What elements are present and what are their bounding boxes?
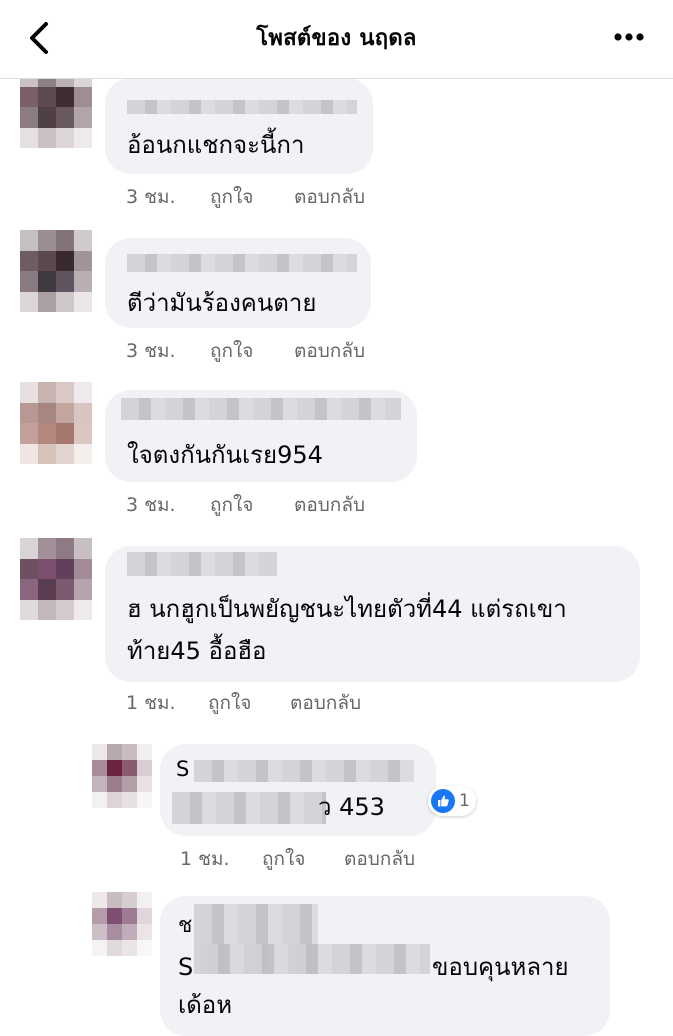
more-dots-icon (614, 33, 644, 41)
comment-meta: 3 ชม. ถูกใจ ตอบกลับ (126, 182, 426, 208)
reply-link[interactable]: ตอบกลับ (294, 490, 365, 520)
comment-bubble[interactable]: ฮ นกฮูกเป็นพยัญชนะไทยตัวที่44 แต่รถเขา ท… (105, 546, 640, 682)
reply-bubble[interactable]: ช S ขอบคุนหลาย เด้อห (160, 896, 610, 1036)
commenter-name[interactable] (127, 100, 357, 114)
reply-text-initial: S (178, 953, 194, 981)
reply-link[interactable]: ตอบกลับ (294, 336, 365, 366)
comment-text-line2: ท้าย45 อื้อฮือ (127, 637, 267, 665)
avatar[interactable] (20, 382, 92, 464)
like-link[interactable]: ถูกใจ (208, 688, 251, 718)
comment-time: 3 ชม. (126, 340, 176, 362)
page-title: โพสต์ของ นฤดล (256, 26, 417, 51)
comment-text: ใจตงกันกันเรย954 (127, 441, 323, 469)
replier-name-initial[interactable]: ช (178, 906, 192, 944)
like-link[interactable]: ถูกใจ (210, 336, 253, 366)
comment-text-line1: ฮ นกฮูกเป็นพยัญชนะไทยตัวที่44 แต่รถเขา (127, 595, 567, 623)
comment-bubble[interactable]: ใจตงกันกันเรย954 (105, 390, 417, 482)
blurred-reply-text (172, 792, 326, 824)
replier-name[interactable] (194, 760, 414, 782)
comment-bubble[interactable]: อ้อนกแชกจะนี้กา (105, 78, 373, 174)
reply-meta: 1 ชม. ถูกใจ ตอบกลับ (180, 844, 480, 870)
like-link[interactable]: ถูกใจ (210, 182, 253, 212)
like-reaction-icon (431, 789, 455, 813)
comment-meta: 3 ชม. ถูกใจ ตอบกลับ (126, 336, 426, 362)
comment-time: 3 ชม. (126, 494, 176, 516)
avatar[interactable] (20, 230, 92, 312)
reply-link[interactable]: ตอบกลับ (344, 844, 415, 874)
avatar[interactable] (20, 538, 92, 620)
comment-meta: 3 ชม. ถูกใจ ตอบกลับ (126, 490, 426, 516)
reply-text-line2: เด้อห (178, 991, 233, 1019)
blurred-reply-text (200, 944, 430, 974)
comment-bubble[interactable]: ตีว่ามันร้องคนตาย (105, 238, 371, 328)
commenter-name[interactable] (127, 552, 277, 576)
comment-text: ตีว่ามันร้องคนตาย (127, 289, 317, 317)
reaction-number: 1 (459, 791, 470, 811)
like-link[interactable]: ถูกใจ (210, 490, 253, 520)
commenter-name[interactable] (127, 254, 357, 272)
comment-time: 1 ชม. (126, 692, 176, 714)
reply-text: ว 453 (318, 793, 385, 821)
more-button[interactable] (608, 22, 652, 52)
comment-meta: 1 ชม. ถูกใจ ตอบกลับ (126, 688, 426, 714)
commenter-name[interactable] (121, 398, 401, 420)
avatar[interactable] (92, 892, 152, 956)
like-link[interactable]: ถูกใจ (262, 844, 305, 874)
reply-link[interactable]: ตอบกลับ (290, 688, 361, 718)
reply-text: ขอบคุนหลาย (432, 953, 569, 981)
reply-bubble[interactable]: S ว 453 (160, 744, 436, 836)
top-bar: โพสต์ของ นฤดล (0, 0, 673, 79)
reaction-count[interactable]: 1 (428, 786, 476, 816)
comment-text: อ้อนกแชกจะนี้กา (127, 131, 305, 159)
avatar[interactable] (92, 744, 152, 808)
comment-time: 3 ชม. (126, 186, 176, 208)
replier-name-initial[interactable]: S (176, 750, 189, 788)
reply-link[interactable]: ตอบกลับ (294, 182, 365, 212)
reply-time: 1 ชม. (180, 848, 230, 870)
